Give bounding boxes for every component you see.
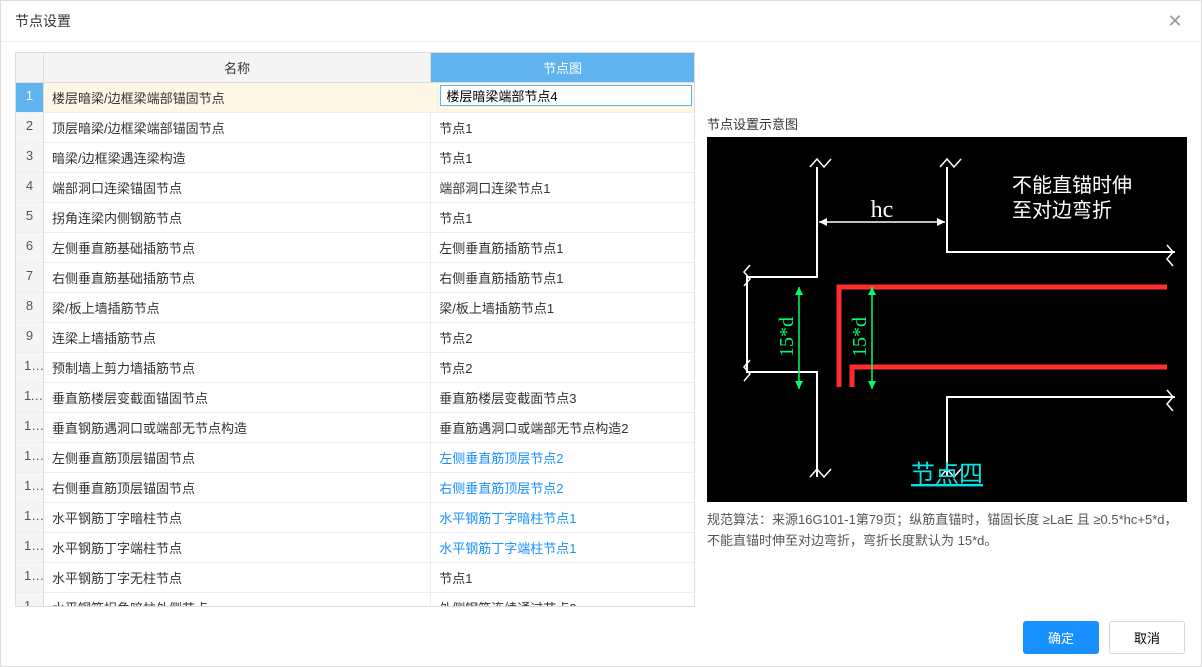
row-node-image[interactable]: 右侧垂直筋顶层节点2	[431, 473, 694, 502]
row-name: 连梁上墙插筋节点	[44, 323, 431, 352]
row-name: 水平钢筋丁字端柱节点	[44, 533, 431, 562]
row-node-image[interactable]: 节点1	[431, 113, 694, 142]
table-header-row: 名称 节点图	[16, 53, 694, 83]
table-row[interactable]: 7右侧垂直筋基础插筋节点右侧垂直筋插筋节点1	[16, 263, 694, 293]
row-node-image[interactable]: 节点1	[431, 563, 694, 592]
table-row[interactable]: 12垂直钢筋遇洞口或端部无节点构造垂直筋遇洞口或端部无节点构造2	[16, 413, 694, 443]
row-node-image[interactable]: 节点2	[431, 323, 694, 352]
row-number: 4	[16, 173, 44, 202]
ok-button[interactable]: 确定	[1023, 621, 1099, 654]
row-name: 左侧垂直筋基础插筋节点	[44, 233, 431, 262]
row-node-image[interactable]: 左侧垂直筋插筋节点1	[431, 233, 694, 262]
row-name: 端部洞口连梁锚固节点	[44, 173, 431, 202]
row-name: 水平钢筋丁字无柱节点	[44, 563, 431, 592]
row-node-image[interactable]: 水平钢筋丁字端柱节点1	[431, 533, 694, 562]
table-row[interactable]: 18水平钢筋拐角暗柱外侧节点外侧钢筋连续通过节点2	[16, 593, 694, 606]
row-name: 暗梁/边框梁遇连梁构造	[44, 143, 431, 172]
node-settings-dialog: 节点设置 ✕ 名称 节点图 1楼层暗梁/边框梁端部锚固节点2顶层暗梁/边框梁端部…	[0, 0, 1202, 667]
row-node-image[interactable]: 外侧钢筋连续通过节点2	[431, 593, 694, 606]
row-number: 5	[16, 203, 44, 232]
row-number: 12	[16, 413, 44, 442]
row-node-image[interactable]: 节点2	[431, 353, 694, 382]
row-name: 右侧垂直筋基础插筋节点	[44, 263, 431, 292]
table-row[interactable]: 17水平钢筋丁字无柱节点节点1	[16, 563, 694, 593]
preview-note-2: 至对边弯折	[1012, 199, 1112, 222]
row-node-image[interactable]: 右侧垂直筋插筋节点1	[431, 263, 694, 292]
row-number: 16	[16, 533, 44, 562]
row-name: 水平钢筋丁字暗柱节点	[44, 503, 431, 532]
node-table: 名称 节点图 1楼层暗梁/边框梁端部锚固节点2顶层暗梁/边框梁端部锚固节点节点1…	[15, 52, 695, 607]
table-row[interactable]: 15水平钢筋丁字暗柱节点水平钢筋丁字暗柱节点1	[16, 503, 694, 533]
row-name: 左侧垂直筋顶层锚固节点	[44, 443, 431, 472]
preview-description: 规范算法：来源16G101-1第79页；纵筋直锚时，锚固长度 ≥LaE 且 ≥0…	[707, 502, 1187, 560]
header-name: 名称	[44, 53, 431, 82]
dialog-footer: 确定 取消	[1, 611, 1201, 666]
row-number: 1	[16, 83, 44, 112]
table-body[interactable]: 1楼层暗梁/边框梁端部锚固节点2顶层暗梁/边框梁端部锚固节点节点13暗梁/边框梁…	[16, 83, 694, 606]
table-row[interactable]: 1楼层暗梁/边框梁端部锚固节点	[16, 83, 694, 113]
row-name: 梁/板上墙插筋节点	[44, 293, 431, 322]
dialog-title: 节点设置	[15, 11, 71, 31]
preview-note-1: 不能直锚时伸	[1012, 174, 1132, 197]
preview-panel: 节点设置示意图 h	[707, 52, 1187, 607]
row-number: 7	[16, 263, 44, 292]
close-icon: ✕	[1167, 11, 1182, 31]
row-number: 15	[16, 503, 44, 532]
table-row[interactable]: 5拐角连梁内侧钢筋节点节点1	[16, 203, 694, 233]
row-number: 18	[16, 593, 44, 606]
table-row[interactable]: 14右侧垂直筋顶层锚固节点右侧垂直筋顶层节点2	[16, 473, 694, 503]
row-node-image[interactable]: 梁/板上墙插筋节点1	[431, 293, 694, 322]
dialog-body: 名称 节点图 1楼层暗梁/边框梁端部锚固节点2顶层暗梁/边框梁端部锚固节点节点1…	[1, 42, 1201, 611]
node-image-input[interactable]	[440, 85, 692, 106]
row-number: 10	[16, 353, 44, 382]
row-name: 楼层暗梁/边框梁端部锚固节点	[44, 83, 438, 112]
row-node-image[interactable]: 水平钢筋丁字暗柱节点1	[431, 503, 694, 532]
row-number: 11	[16, 383, 44, 412]
row-node-image[interactable]	[438, 83, 694, 112]
row-node-image[interactable]: 节点1	[431, 203, 694, 232]
dialog-header: 节点设置 ✕	[1, 1, 1201, 42]
row-name: 预制墙上剪力墙插筋节点	[44, 353, 431, 382]
row-name: 水平钢筋拐角暗柱外侧节点	[44, 593, 431, 606]
row-node-image[interactable]: 左侧垂直筋顶层节点2	[431, 443, 694, 472]
table-row[interactable]: 13左侧垂直筋顶层锚固节点左侧垂直筋顶层节点2	[16, 443, 694, 473]
preview-canvas: hc 15*d 15*d 不能直锚时伸 至对边弯折 节点四	[707, 137, 1187, 502]
close-button[interactable]: ✕	[1163, 9, 1187, 33]
row-number: 14	[16, 473, 44, 502]
row-name: 拐角连梁内侧钢筋节点	[44, 203, 431, 232]
cancel-button[interactable]: 取消	[1109, 621, 1185, 654]
row-name: 垂直筋楼层变截面锚固节点	[44, 383, 431, 412]
table-row[interactable]: 3暗梁/边框梁遇连梁构造节点1	[16, 143, 694, 173]
label-hc: hc	[871, 197, 894, 223]
row-node-image[interactable]: 垂直筋遇洞口或端部无节点构造2	[431, 413, 694, 442]
label-15d-outer: 15*d	[776, 317, 798, 357]
row-node-image[interactable]: 端部洞口连梁节点1	[431, 173, 694, 202]
header-image: 节点图	[431, 53, 694, 82]
table-row[interactable]: 2顶层暗梁/边框梁端部锚固节点节点1	[16, 113, 694, 143]
row-number: 17	[16, 563, 44, 592]
row-number: 9	[16, 323, 44, 352]
table-row[interactable]: 10预制墙上剪力墙插筋节点节点2	[16, 353, 694, 383]
table-row[interactable]: 11垂直筋楼层变截面锚固节点垂直筋楼层变截面节点3	[16, 383, 694, 413]
row-name: 垂直钢筋遇洞口或端部无节点构造	[44, 413, 431, 442]
row-name: 顶层暗梁/边框梁端部锚固节点	[44, 113, 431, 142]
row-number: 13	[16, 443, 44, 472]
table-row[interactable]: 6左侧垂直筋基础插筋节点左侧垂直筋插筋节点1	[16, 233, 694, 263]
row-number: 3	[16, 143, 44, 172]
header-num	[16, 53, 44, 82]
row-number: 2	[16, 113, 44, 142]
row-node-image[interactable]: 垂直筋楼层变截面节点3	[431, 383, 694, 412]
table-row[interactable]: 4端部洞口连梁锚固节点端部洞口连梁节点1	[16, 173, 694, 203]
row-node-image[interactable]: 节点1	[431, 143, 694, 172]
row-number: 6	[16, 233, 44, 262]
table-row[interactable]: 8梁/板上墙插筋节点梁/板上墙插筋节点1	[16, 293, 694, 323]
table-row[interactable]: 9连梁上墙插筋节点节点2	[16, 323, 694, 353]
table-row[interactable]: 16水平钢筋丁字端柱节点水平钢筋丁字端柱节点1	[16, 533, 694, 563]
preview-caption: 节点四	[911, 461, 983, 488]
label-15d-inner: 15*d	[849, 317, 871, 357]
preview-title: 节点设置示意图	[707, 112, 1187, 137]
row-number: 8	[16, 293, 44, 322]
row-name: 右侧垂直筋顶层锚固节点	[44, 473, 431, 502]
